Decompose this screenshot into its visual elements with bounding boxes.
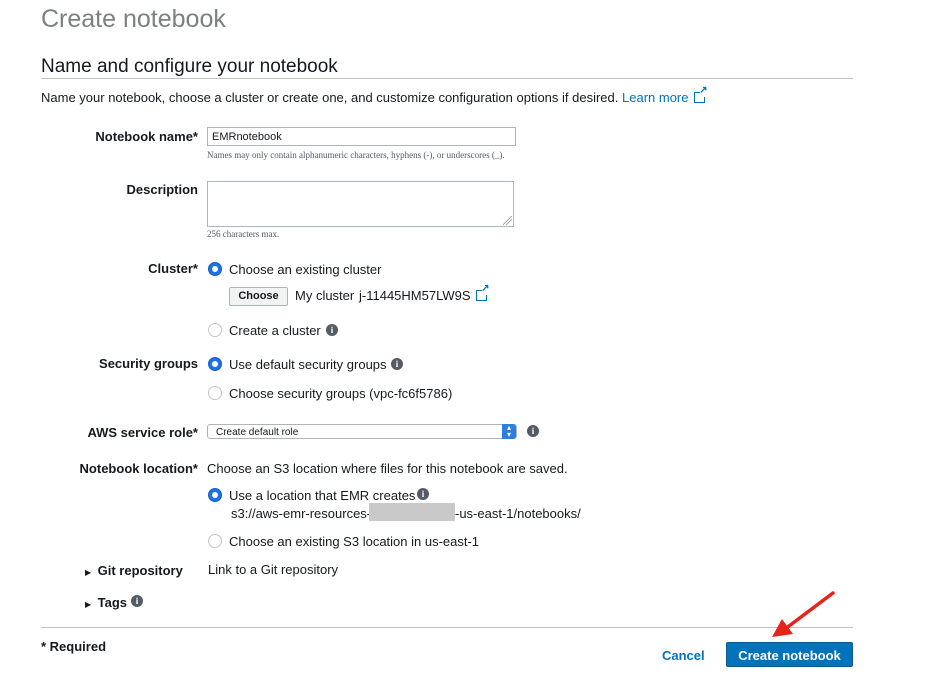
external-link-icon [693,86,708,103]
radio-choose-existing-cluster[interactable] [208,262,222,276]
my-cluster-label: My cluster [295,288,355,303]
select-arrow-icon: ▴ ▾ [502,424,516,439]
service-role-value: Create default role [216,427,299,438]
notebook-location-label: Notebook location* [79,461,198,476]
notebook-name-input[interactable] [207,127,516,146]
s3-path-suffix: -us-east-1/notebooks/ [455,506,581,521]
radio-create-cluster[interactable] [208,323,222,337]
page-title: Create notebook [41,5,226,33]
radio-default-security-groups[interactable] [208,357,222,371]
s3-path-prefix: s3://aws-emr-resources- [231,506,372,521]
description-textarea[interactable] [207,181,514,227]
tags-toggle[interactable]: ▶ Tags [85,594,127,612]
cancel-button[interactable]: Cancel [662,648,705,663]
create-cluster-label: Create a cluster [229,323,321,338]
info-icon[interactable]: i [131,595,143,607]
description-hint: 256 characters max. [207,229,280,239]
default-security-groups-label: Use default security groups [229,357,387,372]
section-intro: Name your notebook, choose a cluster or … [41,86,708,105]
git-repository-description: Link to a Git repository [208,562,339,577]
info-icon[interactable]: i [527,425,539,437]
choose-existing-cluster-label: Choose an existing cluster [229,262,382,277]
radio-emr-location[interactable] [208,488,222,502]
create-notebook-button[interactable]: Create notebook [726,642,853,667]
info-icon[interactable]: i [417,488,429,500]
git-repository-toggle[interactable]: ▶ Git repository [85,562,183,580]
info-icon[interactable]: i [391,358,403,370]
notebook-name-label: Notebook name* [95,129,198,144]
footer-divider [41,627,853,628]
description-label: Description [126,182,198,197]
caret-right-icon: ▶ [85,600,92,609]
notebook-location-description: Choose an S3 location where files for th… [207,461,568,476]
intro-text: Name your notebook, choose a cluster or … [41,90,619,105]
radio-existing-s3-location[interactable] [208,534,222,548]
required-note: * Required [41,639,107,654]
redacted-account-id [369,503,455,521]
git-repository-label: Git repository [97,563,183,578]
info-icon[interactable]: i [326,324,338,336]
emr-location-label: Use a location that EMR creates [229,488,416,503]
resize-grip-icon[interactable] [503,216,512,225]
choose-security-groups-label: Choose security groups (vpc-fc6f5786) [229,386,453,401]
external-link-icon [475,284,490,301]
annotation-arrow-icon [772,591,835,637]
notebook-name-hint: Names may only contain alphanumeric char… [207,150,505,160]
description-wrapper [207,181,514,227]
service-role-select[interactable]: Create default role ▴ ▾ [207,424,517,439]
section-divider [41,78,853,79]
choose-cluster-button[interactable]: Choose [229,287,288,306]
service-role-label: AWS service role* [87,425,198,440]
tags-label: Tags [97,595,127,610]
learn-more-link[interactable]: Learn more [622,86,708,105]
security-groups-label: Security groups [99,356,198,371]
existing-s3-location-label: Choose an existing S3 location in us-eas… [229,534,480,549]
section-title: Name and configure your notebook [41,56,338,77]
caret-right-icon: ▶ [85,568,92,577]
radio-choose-security-groups[interactable] [208,386,222,400]
cluster-id-link[interactable]: j-11445HM57LW9S [359,284,490,303]
cluster-label: Cluster* [148,261,198,276]
